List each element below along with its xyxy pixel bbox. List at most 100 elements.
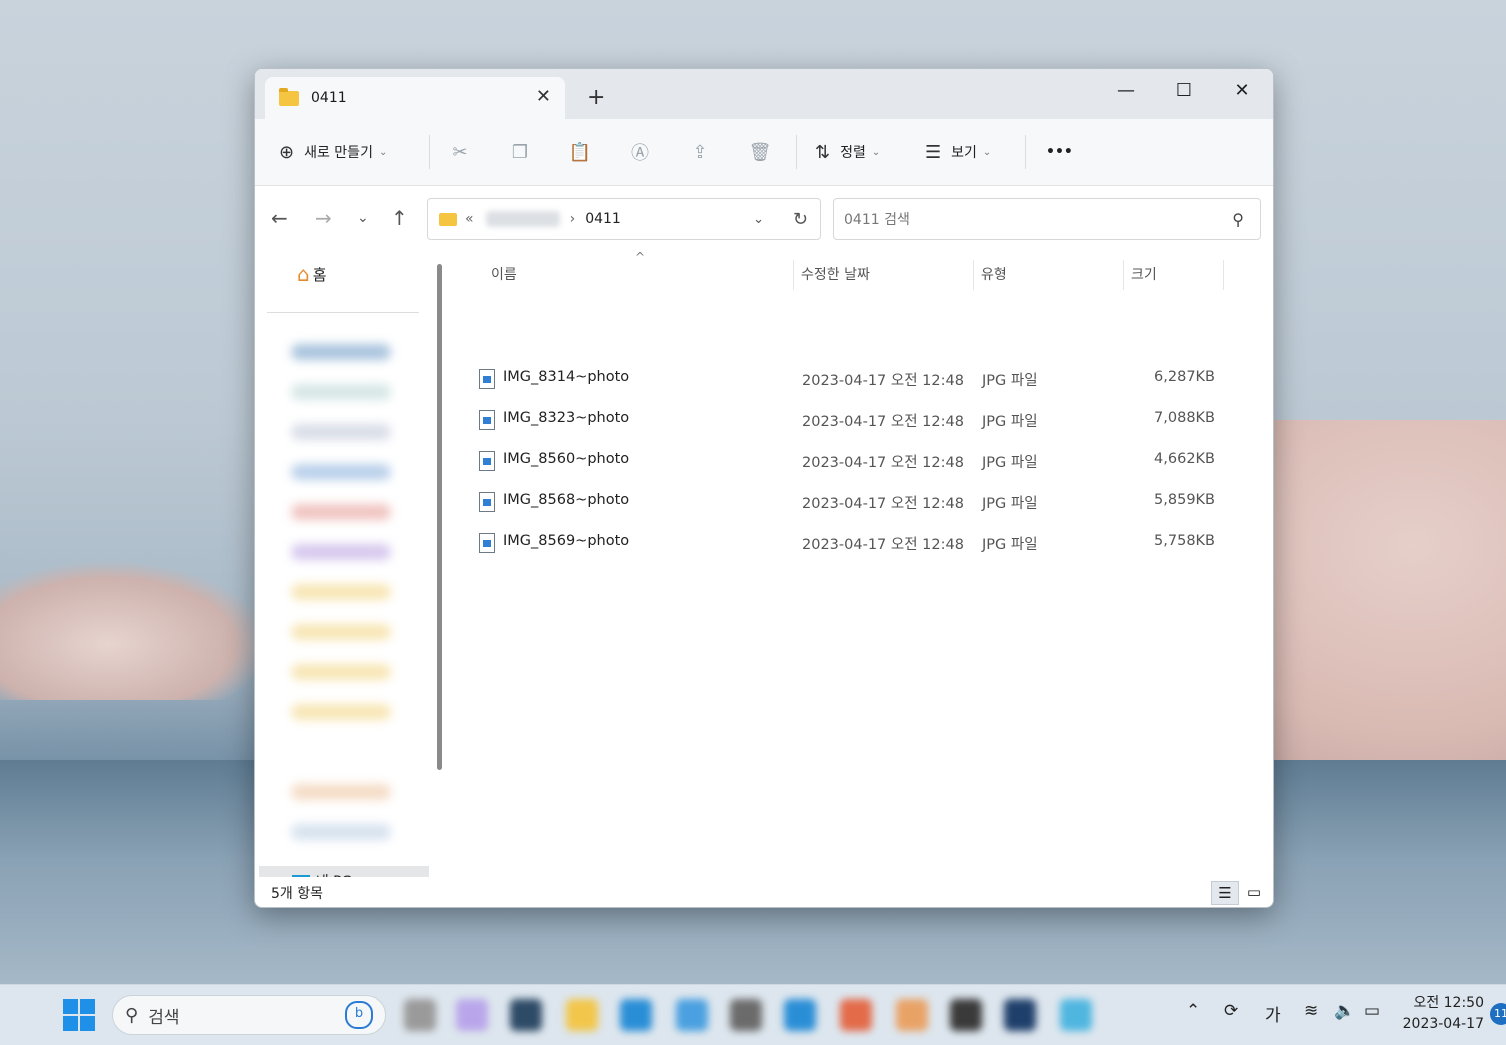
refresh-icon[interactable]: ↻ bbox=[793, 209, 808, 230]
new-tab-button[interactable]: + bbox=[587, 85, 605, 110]
sidebar-item-blurred[interactable] bbox=[291, 504, 391, 520]
taskbar-app-icon[interactable] bbox=[456, 999, 488, 1031]
taskbar-app-icon[interactable] bbox=[1060, 999, 1092, 1031]
paste-icon[interactable]: 📋 bbox=[550, 142, 610, 163]
forward-arrow-icon[interactable]: → bbox=[315, 206, 332, 230]
cut-icon[interactable]: ✂ bbox=[430, 142, 490, 163]
new-button[interactable]: ⊕ 새로 만들기 ⌄ bbox=[279, 132, 411, 172]
share-icon[interactable]: ⇪ bbox=[670, 142, 730, 163]
column-divider[interactable] bbox=[793, 260, 794, 290]
large-icons-view-icon[interactable]: ▭ bbox=[1241, 881, 1267, 903]
file-row[interactable]: IMG_8560~photo 2023-04-17 오전 12:48 JPG 파… bbox=[479, 443, 1239, 477]
taskbar-app-icon[interactable] bbox=[896, 999, 928, 1031]
maximize-button[interactable]: ☐ bbox=[1155, 73, 1213, 109]
sidebar-item-blurred[interactable] bbox=[291, 824, 391, 840]
taskbar-apps bbox=[400, 997, 1108, 1033]
column-divider[interactable] bbox=[1223, 260, 1224, 290]
sidebar-item-blurred[interactable] bbox=[291, 344, 391, 360]
column-header-type[interactable]: 유형 bbox=[981, 260, 1007, 290]
windows-logo-tile bbox=[80, 999, 95, 1014]
copy-icon[interactable]: ❐ bbox=[490, 142, 550, 163]
file-name: IMG_8560~photo bbox=[503, 451, 630, 467]
file-row[interactable]: IMG_8569~photo 2023-04-17 오전 12:48 JPG 파… bbox=[479, 525, 1239, 559]
taskbar-app-icon[interactable] bbox=[566, 999, 598, 1031]
parent-folder-breadcrumb[interactable] bbox=[485, 211, 560, 227]
taskbar-app-icon[interactable] bbox=[676, 999, 708, 1031]
sort-ascending-icon: ^ bbox=[635, 250, 646, 264]
close-window-button[interactable]: ✕ bbox=[1213, 73, 1271, 109]
sync-icon[interactable]: ⟳ bbox=[1224, 1001, 1238, 1021]
file-row[interactable]: IMG_8323~photo 2023-04-17 오전 12:48 JPG 파… bbox=[479, 402, 1239, 436]
taskbar-search[interactable]: ⚲ 검색 b bbox=[112, 995, 386, 1035]
more-options-button[interactable]: ••• bbox=[1046, 132, 1073, 172]
bing-icon[interactable]: b bbox=[345, 1001, 373, 1029]
column-header-size[interactable]: 크기 bbox=[1131, 260, 1157, 290]
file-date: 2023-04-17 오전 12:48 bbox=[802, 455, 964, 471]
file-row[interactable]: IMG_8568~photo 2023-04-17 오전 12:48 JPG 파… bbox=[479, 484, 1239, 518]
search-icon: ⚲ bbox=[125, 1004, 139, 1026]
file-name: IMG_8569~photo bbox=[503, 533, 630, 549]
notification-badge[interactable]: 11 bbox=[1490, 1003, 1506, 1025]
sidebar-item-home[interactable]: ⌂ 홈 bbox=[297, 262, 327, 286]
sidebar-item-blurred[interactable] bbox=[291, 584, 391, 600]
taskbar-app-icon[interactable] bbox=[730, 999, 762, 1031]
image-file-icon bbox=[479, 410, 495, 430]
search-icon: ⚲ bbox=[1232, 209, 1244, 229]
sidebar-item-blurred[interactable] bbox=[291, 464, 391, 480]
close-tab-icon[interactable]: ✕ bbox=[536, 86, 551, 107]
up-arrow-icon[interactable]: ↑ bbox=[391, 206, 408, 230]
rename-icon[interactable]: Ⓐ bbox=[610, 139, 670, 165]
sidebar-item-blurred[interactable] bbox=[291, 384, 391, 400]
column-divider[interactable] bbox=[1123, 260, 1124, 290]
column-header-name[interactable]: 이름 bbox=[491, 260, 517, 290]
file-type: JPG 파일 bbox=[982, 496, 1038, 512]
image-file-icon bbox=[479, 451, 495, 471]
column-divider[interactable] bbox=[973, 260, 974, 290]
clock[interactable]: 오전 12:50 2023-04-17 bbox=[1402, 993, 1484, 1035]
recent-locations-chevron-icon[interactable]: ⌄ bbox=[357, 210, 369, 226]
sidebar-item-blurred[interactable] bbox=[291, 704, 391, 720]
chevron-down-icon: ⌄ bbox=[871, 146, 881, 158]
battery-icon[interactable]: ▭ bbox=[1364, 1001, 1380, 1021]
address-bar[interactable]: « › 0411 ⌄ ↻ bbox=[427, 198, 821, 240]
sidebar-item-blurred[interactable] bbox=[291, 624, 391, 640]
address-dropdown-icon[interactable]: ⌄ bbox=[753, 212, 764, 227]
view-button[interactable]: ☰ 보기 ⌄ bbox=[925, 132, 1011, 172]
sort-icon: ⇅ bbox=[815, 141, 831, 163]
sidebar-item-blurred[interactable] bbox=[291, 544, 391, 560]
taskbar-app-icon[interactable] bbox=[404, 999, 436, 1031]
taskbar-app-icon[interactable] bbox=[784, 999, 816, 1031]
back-arrow-icon[interactable]: ← bbox=[271, 206, 288, 230]
sidebar-item-blurred[interactable] bbox=[291, 424, 391, 440]
taskbar-app-icon[interactable] bbox=[840, 999, 872, 1031]
taskbar-app-icon[interactable] bbox=[620, 999, 652, 1031]
file-type: JPG 파일 bbox=[982, 455, 1038, 471]
sidebar-item-blurred[interactable] bbox=[291, 784, 391, 800]
file-type: JPG 파일 bbox=[982, 414, 1038, 430]
delete-icon[interactable]: 🗑 bbox=[730, 142, 790, 163]
sort-button[interactable]: ⇅ 정렬 ⌄ bbox=[815, 132, 907, 172]
column-header-date[interactable]: 수정한 날짜 bbox=[801, 260, 870, 290]
ime-indicator[interactable]: 가 bbox=[1265, 1001, 1281, 1026]
folder-icon bbox=[279, 87, 299, 106]
taskbar-app-icon[interactable] bbox=[510, 999, 542, 1031]
taskbar-app-icon[interactable] bbox=[1004, 999, 1036, 1031]
volume-icon[interactable]: 🔈 bbox=[1334, 1001, 1355, 1021]
address-overflow[interactable]: « bbox=[465, 211, 474, 227]
taskbar-app-icon[interactable] bbox=[950, 999, 982, 1031]
wifi-icon[interactable]: ≋ bbox=[1304, 1001, 1318, 1021]
sidebar-scrollbar[interactable] bbox=[437, 264, 442, 770]
tab-0411[interactable]: 0411 ✕ bbox=[265, 77, 565, 119]
minimize-button[interactable]: — bbox=[1097, 73, 1155, 109]
breadcrumb-separator-icon: › bbox=[569, 211, 576, 227]
current-folder-breadcrumb[interactable]: 0411 bbox=[585, 211, 621, 227]
search-box[interactable]: 0411 검색 ⚲ bbox=[833, 198, 1261, 240]
windows-logo-tile bbox=[80, 1016, 95, 1031]
search-placeholder: 0411 검색 bbox=[844, 212, 910, 228]
start-button[interactable] bbox=[63, 999, 95, 1031]
chevron-up-icon[interactable]: ⌃ bbox=[1186, 1001, 1200, 1021]
details-view-icon[interactable]: ☰ bbox=[1211, 881, 1239, 905]
chevron-down-icon: ⌄ bbox=[378, 146, 388, 158]
file-row[interactable]: IMG_8314~photo 2023-04-17 오전 12:48 JPG 파… bbox=[479, 361, 1239, 395]
sidebar-item-blurred[interactable] bbox=[291, 664, 391, 680]
